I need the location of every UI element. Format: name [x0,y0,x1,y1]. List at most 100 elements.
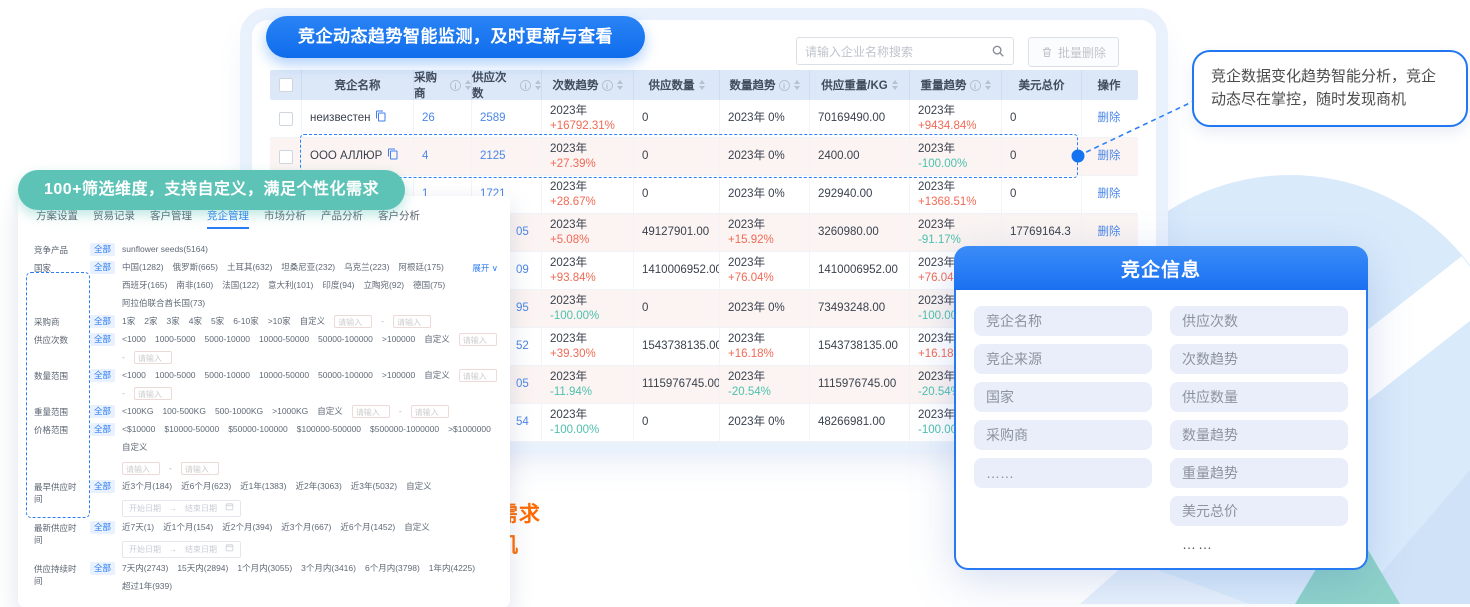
delete-link[interactable]: 删除 [1098,187,1121,202]
range-input[interactable]: 请输入 [134,351,172,364]
filter-option[interactable]: 6-10家 [233,314,259,329]
filter-tab-市场分析[interactable]: 市场分析 [264,208,306,229]
filter-tab-客户分析[interactable]: 客户分析 [378,208,420,229]
filter-option[interactable]: 近1个月(154) [163,520,213,535]
filter-option[interactable]: 坦桑尼亚(232) [281,260,335,275]
filter-option[interactable]: 近7天(1) [122,520,154,535]
filter-option[interactable]: >100000 [382,332,415,347]
filter-option[interactable]: 50000-100000 [318,332,373,347]
buyer-count-link[interactable]: 26 [422,111,435,126]
column-header-供应数量[interactable]: 供应数量 [634,70,720,100]
column-header-采购商[interactable]: 采购商i [414,70,472,100]
filter-option[interactable]: 近2个月(394) [222,520,272,535]
filter-option[interactable]: 4家 [189,314,202,329]
filter-all-chip[interactable]: 全部 [90,521,115,534]
sort-icon[interactable] [465,80,471,90]
filter-option[interactable]: 7天内(2743) [122,561,168,576]
filter-option[interactable]: $100000-500000 [297,422,361,437]
filter-option[interactable]: <1000 [122,368,146,383]
sort-icon[interactable] [892,80,898,90]
filter-option[interactable]: 1000-5000 [155,368,196,383]
filter-option[interactable]: 15天内(2894) [177,561,228,576]
filter-option[interactable]: $50000-100000 [228,422,288,437]
filter-option[interactable]: 500-1000KG [215,404,263,419]
filter-option[interactable]: 土耳其(632) [227,260,272,275]
range-input[interactable]: 请输入 [122,462,160,475]
row-checkbox[interactable] [279,150,293,164]
filter-option[interactable]: 法国(122) [222,278,259,293]
filter-option[interactable]: 1家 [122,314,135,329]
filter-option[interactable]: 自定义 [317,404,343,419]
expand-link[interactable]: 展开 ∨ [472,260,498,274]
supply-count-link[interactable]: 52 [516,339,529,354]
filter-option[interactable]: 阿拉伯联合酋长国(73) [122,296,205,311]
filter-option[interactable]: 5000-10000 [205,332,250,347]
filter-option[interactable]: 近3个月(667) [281,520,331,535]
sort-icon[interactable] [699,80,705,90]
filter-option[interactable]: 5000-10000 [205,368,250,383]
filter-option[interactable]: 近3个月(184) [122,479,172,494]
table-row[interactable]: ООО АЛЛЮР421252023年 +27.39%02023年 0%2400… [270,138,1138,176]
range-input[interactable]: 请输入 [181,462,219,475]
supply-count-link[interactable]: 05 [516,225,529,240]
filter-option[interactable]: 3个月内(3416) [301,561,356,576]
sort-icon[interactable] [794,80,800,90]
filter-option[interactable]: <100KG [122,404,153,419]
select-all-checkbox[interactable] [279,78,293,92]
filter-option[interactable]: 自定义 [406,479,432,494]
info-icon[interactable]: i [450,80,461,91]
filter-option[interactable]: 意大利(101) [268,278,313,293]
filter-all-chip[interactable]: 全部 [90,562,115,575]
filter-option[interactable]: 超过1年(939) [122,579,172,594]
copy-icon[interactable] [387,148,399,165]
filter-option[interactable]: 印度(94) [322,278,354,293]
filter-option[interactable]: 3家 [166,314,179,329]
delete-link[interactable]: 删除 [1098,149,1121,164]
filter-all-chip[interactable]: 全部 [90,261,115,274]
filter-option[interactable]: 1年内(4225) [429,561,475,576]
filter-all-chip[interactable]: 全部 [90,243,115,256]
filter-tab-客户管理[interactable]: 客户管理 [150,208,192,229]
filter-option[interactable]: 自定义 [404,520,430,535]
supply-count-link[interactable]: 2125 [480,149,506,164]
filter-option[interactable]: 10000-50000 [259,332,309,347]
filter-option[interactable]: sunflower seeds(5164) [122,242,208,257]
filter-option[interactable]: >1000KG [272,404,308,419]
filter-option[interactable]: 近1年(1383) [240,479,286,494]
date-range-input[interactable]: 开始日期→结束日期 [122,500,241,517]
sort-icon[interactable] [617,80,623,90]
copy-icon[interactable] [375,110,387,127]
supply-count-link[interactable]: 95 [516,301,529,316]
filter-option[interactable]: 中国(1282) [122,260,164,275]
filter-all-chip[interactable]: 全部 [90,333,115,346]
column-header-供应次数[interactable]: 供应次数i [472,70,542,100]
filter-option[interactable]: <$10000 [122,422,155,437]
info-icon[interactable]: i [520,80,531,91]
filter-option[interactable]: 自定义 [122,440,148,455]
filter-option[interactable]: 近3年(5032) [351,479,397,494]
filter-all-chip[interactable]: 全部 [90,423,115,436]
info-icon[interactable]: i [970,80,981,91]
range-input[interactable]: 请输入 [334,315,372,328]
sort-icon[interactable] [535,80,541,90]
filter-all-chip[interactable]: 全部 [90,369,115,382]
filter-option[interactable]: $10000-50000 [164,422,219,437]
filter-tab-方案设置[interactable]: 方案设置 [36,208,78,229]
delete-link[interactable]: 删除 [1098,111,1121,126]
buyer-count-link[interactable]: 4 [422,149,428,164]
date-range-input[interactable]: 开始日期→结束日期 [122,541,241,558]
filter-tab-产品分析[interactable]: 产品分析 [321,208,363,229]
row-checkbox[interactable] [279,112,293,126]
range-input[interactable]: 请输入 [393,315,431,328]
info-icon[interactable]: i [602,80,613,91]
filter-option[interactable]: 立陶宛(92) [364,278,405,293]
filter-all-chip[interactable]: 全部 [90,405,115,418]
filter-option[interactable]: 南非(160) [176,278,213,293]
filter-option[interactable]: 自定义 [424,368,450,383]
range-input[interactable]: 请输入 [352,405,390,418]
filter-option[interactable]: 5家 [211,314,224,329]
filter-option[interactable]: 俄罗斯(665) [173,260,218,275]
filter-option[interactable]: >10家 [268,314,291,329]
range-input[interactable]: 请输入 [411,405,449,418]
column-header-供应重量/KG[interactable]: 供应重量/KG [810,70,910,100]
